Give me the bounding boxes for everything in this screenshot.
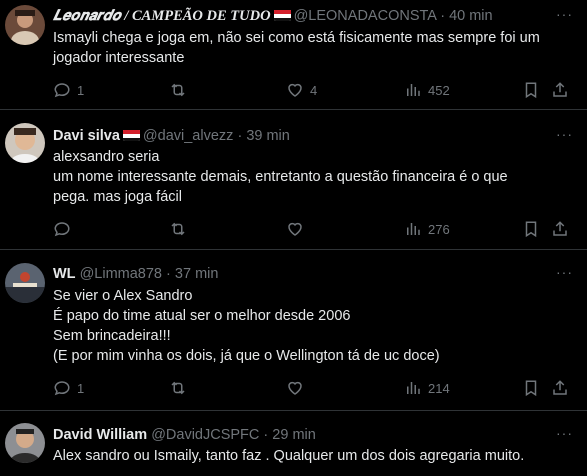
views-button[interactable]: 452 — [404, 80, 450, 100]
bookmark-button[interactable] — [522, 219, 540, 239]
retweet-button[interactable] — [169, 80, 193, 100]
views-button[interactable]: 214 — [404, 378, 450, 398]
display-name[interactable]: 𝑳𝒆𝒐𝒏𝒂𝒓𝒅𝒐 / CAMPEÃO DE TUDO — [53, 8, 271, 24]
text-line: alexsandro seria — [53, 149, 160, 165]
user-handle[interactable]: @LEONADACONSTA — [294, 8, 437, 24]
timestamp[interactable]: 39 min — [246, 128, 290, 144]
share-button[interactable] — [551, 80, 569, 100]
reply-button[interactable]: 1 — [53, 378, 84, 398]
separator-dot: · — [263, 427, 269, 443]
timestamp[interactable]: 37 min — [175, 266, 219, 282]
avatar[interactable] — [5, 123, 45, 163]
share-icon — [553, 82, 567, 97]
more-icon[interactable]: ··· — [556, 264, 573, 280]
avatar[interactable] — [5, 423, 45, 463]
retweet-button[interactable] — [169, 219, 193, 239]
view-count: 214 — [428, 380, 450, 396]
timestamp[interactable]: 29 min — [272, 427, 316, 443]
action-bar: 1 214 — [53, 378, 573, 398]
tweet-text: alexsandro seria um nome interessante de… — [53, 147, 553, 207]
share-button[interactable] — [551, 219, 569, 239]
text-line: um nome interessante demais, entretanto … — [53, 169, 508, 185]
tweet-header: WL @Limma878 · 37 min — [53, 265, 218, 283]
bookmark-icon — [525, 221, 537, 238]
tweet-header: 𝑳𝒆𝒐𝒏𝒂𝒓𝒅𝒐 / CAMPEÃO DE TUDO @LEONADACONSTA… — [53, 7, 493, 25]
timestamp[interactable]: 40 min — [449, 8, 493, 24]
flag-icon — [273, 9, 291, 21]
avatar[interactable] — [5, 5, 45, 45]
user-handle[interactable]: @davi_alvezz — [143, 128, 233, 144]
views-icon — [407, 84, 420, 96]
share-button[interactable] — [551, 378, 569, 398]
display-name[interactable]: Davi silva — [53, 128, 120, 144]
separator-dot: · — [237, 128, 243, 144]
reply-button[interactable]: 1 — [53, 80, 84, 100]
tweet-4[interactable]: David William @DavidJCSPFC · 29 min ··· … — [0, 411, 587, 476]
text-line: Alex sandro ou Ismaily, tanto faz . Qual… — [53, 448, 525, 464]
reply-icon — [54, 83, 70, 98]
tweet-1[interactable]: 𝑳𝒆𝒐𝒏𝒂𝒓𝒅𝒐 / CAMPEÃO DE TUDO @LEONADACONSTA… — [0, 0, 587, 110]
reply-count: 1 — [77, 82, 85, 98]
display-name[interactable]: David William — [53, 427, 147, 443]
bookmark-icon — [525, 82, 537, 99]
separator-dot: · — [166, 266, 171, 282]
more-icon[interactable]: ··· — [556, 6, 573, 22]
like-icon — [288, 222, 302, 236]
tweet-2[interactable]: Davi silva @davi_alvezz · 39 min ··· alex… — [0, 110, 587, 250]
views-icon — [407, 382, 420, 394]
text-line: pega. mas joga fácil — [53, 189, 182, 205]
reply-icon — [54, 381, 70, 396]
view-count: 452 — [428, 82, 450, 98]
bookmark-icon — [525, 380, 537, 397]
reply-button[interactable] — [53, 219, 77, 239]
display-name[interactable]: WL — [53, 266, 76, 282]
bookmark-button[interactable] — [522, 80, 540, 100]
text-line: jogador interessante — [53, 50, 185, 66]
like-button[interactable]: 4 — [286, 80, 317, 100]
action-bar: 1 4 452 — [53, 80, 573, 100]
more-icon[interactable]: ··· — [556, 425, 573, 441]
avatar[interactable] — [5, 263, 45, 303]
reply-icon — [54, 222, 70, 237]
user-handle[interactable]: @DavidJCSPFC — [151, 427, 259, 443]
text-line: É papo do time atual ser o melhor desde … — [53, 308, 351, 324]
user-handle[interactable]: @Limma878 — [80, 266, 162, 282]
view-count: 276 — [428, 221, 450, 237]
tweet-header: Davi silva @davi_alvezz · 39 min — [53, 127, 290, 145]
retweet-icon — [171, 381, 185, 395]
action-bar: 276 — [53, 219, 573, 239]
tweet-header: David William @DavidJCSPFC · 29 min — [53, 426, 316, 444]
like-icon — [288, 381, 302, 395]
tweet-text: Se vier o Alex Sandro É papo do time atu… — [53, 286, 553, 366]
text-line: (E por mim vinha os dois, já que o Welli… — [53, 348, 440, 364]
more-icon[interactable]: ··· — [556, 126, 573, 142]
text-line: Sem brincadeira!!! — [53, 328, 171, 344]
retweet-icon — [171, 222, 185, 236]
like-button[interactable] — [286, 378, 310, 398]
separator-dot: · — [440, 8, 446, 24]
text-line: Se vier o Alex Sandro — [53, 288, 193, 304]
share-icon — [553, 380, 567, 395]
like-count: 4 — [310, 82, 318, 98]
text-line: Ismayli chega e joga em, não sei como es… — [53, 30, 540, 46]
retweet-icon — [171, 83, 185, 97]
like-button[interactable] — [286, 219, 310, 239]
retweet-button[interactable] — [169, 378, 193, 398]
flag-icon — [122, 129, 140, 141]
bookmark-button[interactable] — [522, 378, 540, 398]
like-icon — [288, 83, 302, 97]
views-button[interactable]: 276 — [404, 219, 450, 239]
tweet-text: Alex sandro ou Ismaily, tanto faz . Qual… — [53, 446, 553, 466]
share-icon — [553, 221, 567, 236]
reply-count: 1 — [77, 380, 85, 396]
views-icon — [407, 223, 420, 235]
tweet-text: Ismayli chega e joga em, não sei como es… — [53, 28, 553, 68]
tweet-3[interactable]: WL @Limma878 · 37 min ··· Se vier o Alex… — [0, 250, 587, 411]
